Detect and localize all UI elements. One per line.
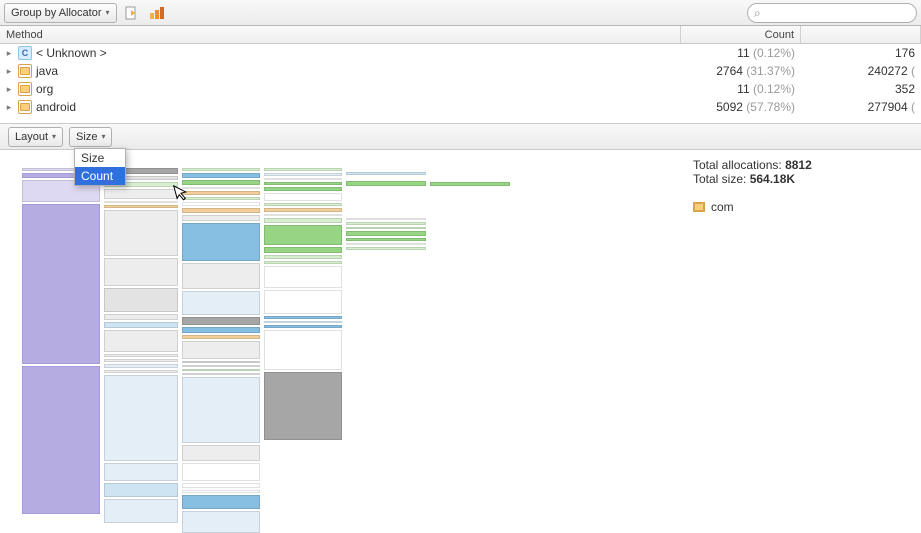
- disclose-icon[interactable]: ▸: [4, 48, 14, 59]
- chevron-down-icon: ▾: [52, 132, 56, 141]
- row-count: 2764: [716, 64, 743, 78]
- size-dropdown: Size Count: [74, 148, 126, 186]
- size-label: Size: [76, 131, 97, 143]
- row-pct: (31.37%): [746, 64, 795, 78]
- package-icon: [18, 82, 32, 96]
- row-third: 352: [895, 82, 915, 96]
- total-allocations: Total allocations: 8812: [693, 158, 911, 172]
- prev-icon-button[interactable]: [121, 3, 143, 23]
- main: Total allocations: 8812 Total size: 564.…: [0, 150, 921, 532]
- group-by-label: Group by Allocator: [11, 7, 102, 19]
- row-count: 11: [737, 82, 749, 96]
- row-count: 5092: [716, 100, 743, 114]
- row-third-ex: (: [911, 64, 915, 78]
- table-body: ▸ C < Unknown > 11 (0.12%) 176 ▸ java 27…: [0, 44, 921, 124]
- package-icon: [18, 64, 32, 78]
- visualization-panel[interactable]: [0, 150, 683, 532]
- summary-entry-label: com: [711, 200, 734, 214]
- row-pct: (0.12%): [753, 46, 795, 60]
- column-method[interactable]: Method: [0, 26, 681, 43]
- sub-toolbar: Layout ▾ Size ▾ Size Count: [0, 124, 921, 150]
- summary-panel: Total allocations: 8812 Total size: 564.…: [683, 150, 921, 532]
- row-name: android: [36, 100, 76, 114]
- chevron-down-icon: ▾: [106, 8, 110, 17]
- table-row[interactable]: ▸ org 11 (0.12%) 352: [0, 80, 921, 98]
- size-button[interactable]: Size ▾: [69, 127, 112, 147]
- dropdown-item-size[interactable]: Size: [75, 149, 125, 167]
- table-row[interactable]: ▸ java 2764 (31.37%) 240272 (: [0, 62, 921, 80]
- layout-label: Layout: [15, 131, 48, 143]
- row-pct: (57.78%): [746, 100, 795, 114]
- dropdown-item-count[interactable]: Count: [75, 167, 125, 185]
- row-third-ex: (: [911, 100, 915, 114]
- disclose-icon[interactable]: ▸: [4, 102, 14, 113]
- row-pct: (0.12%): [753, 82, 795, 96]
- group-by-allocator-button[interactable]: Group by Allocator ▾: [4, 3, 117, 23]
- disclose-icon[interactable]: ▸: [4, 84, 14, 95]
- row-name: < Unknown >: [36, 46, 107, 60]
- row-third: 277904: [868, 100, 908, 114]
- summary-entry[interactable]: com: [693, 200, 911, 214]
- row-name: org: [36, 82, 53, 96]
- top-toolbar: Group by Allocator ▾ ⌕: [0, 0, 921, 26]
- search-icon: ⌕: [754, 7, 761, 19]
- row-third: 176: [895, 46, 915, 60]
- search-input[interactable]: [765, 7, 910, 19]
- disclose-icon[interactable]: ▸: [4, 66, 14, 77]
- row-name: java: [36, 64, 58, 78]
- column-third[interactable]: [801, 26, 921, 43]
- row-count: 11: [737, 46, 749, 60]
- table-header: Method Count: [0, 26, 921, 44]
- total-size: Total size: 564.18K: [693, 172, 911, 186]
- class-icon: C: [18, 46, 32, 60]
- column-count[interactable]: Count: [681, 26, 801, 43]
- chevron-down-icon: ▾: [101, 132, 105, 141]
- chart-icon-button[interactable]: [147, 3, 169, 23]
- package-icon: [693, 202, 705, 212]
- table-row[interactable]: ▸ android 5092 (57.78%) 277904 (: [0, 98, 921, 116]
- search-field[interactable]: ⌕: [747, 3, 917, 23]
- package-icon: [18, 100, 32, 114]
- layout-button[interactable]: Layout ▾: [8, 127, 63, 147]
- row-third: 240272: [868, 64, 908, 78]
- table-row[interactable]: ▸ C < Unknown > 11 (0.12%) 176: [0, 44, 921, 62]
